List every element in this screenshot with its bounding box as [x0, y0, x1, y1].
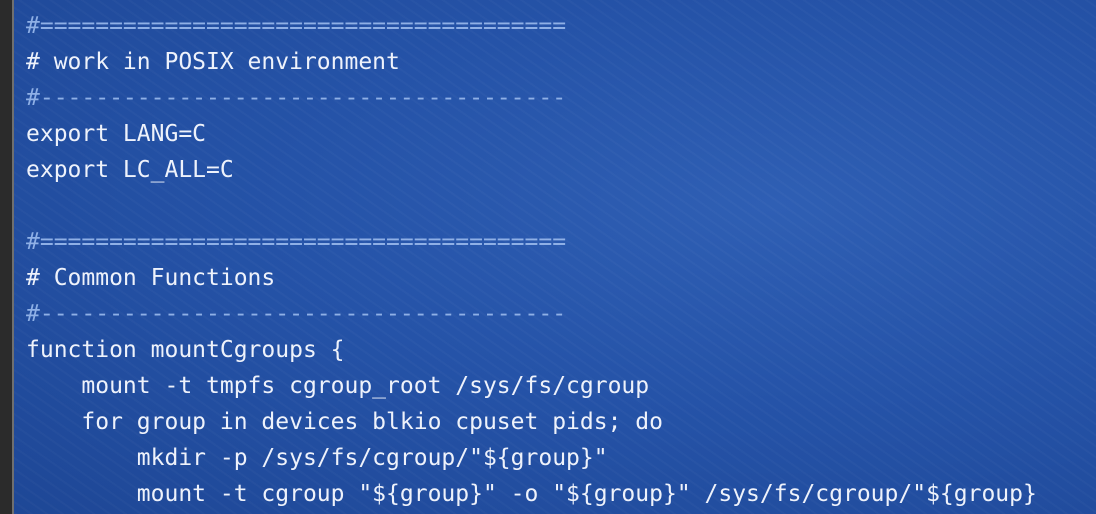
- terminal-window: #====================================== …: [0, 0, 1096, 514]
- code-line: #--------------------------------------: [26, 301, 567, 327]
- code-line: mount -t tmpfs cgroup_root /sys/fs/cgrou…: [26, 373, 650, 399]
- code-line: #======================================: [26, 229, 567, 255]
- code-line: mount -t cgroup "${group}" -o "${group}"…: [26, 481, 1037, 507]
- code-line: export LANG=C: [26, 121, 207, 147]
- code-line: #--------------------------------------: [26, 85, 567, 111]
- code-line: for group in devices blkio cpuset pids; …: [26, 409, 663, 435]
- code-line: function mountCgroups {: [26, 337, 345, 363]
- left-gutter: [0, 0, 12, 514]
- code-line: # Common Functions: [26, 265, 276, 291]
- code-editor[interactable]: #====================================== …: [14, 0, 1096, 514]
- code-line: export LC_ALL=C: [26, 157, 234, 183]
- code-line: #======================================: [26, 13, 567, 39]
- code-line: mkdir -p /sys/fs/cgroup/"${group}": [26, 445, 608, 471]
- code-line: # work in POSIX environment: [26, 49, 400, 75]
